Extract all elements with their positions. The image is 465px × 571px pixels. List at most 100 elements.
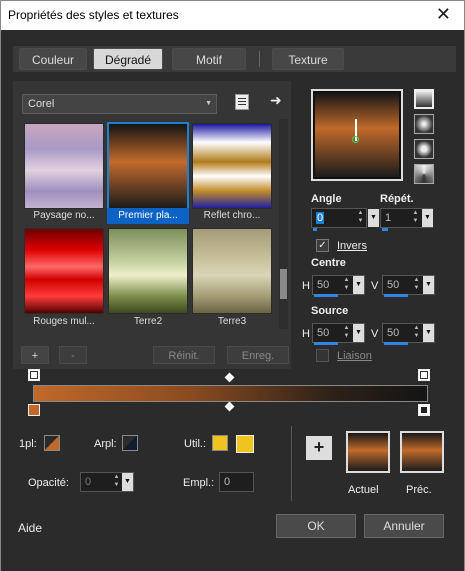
source-h-spinner[interactable]: ▲ ▼ xyxy=(341,324,352,342)
use-color-swatch-1[interactable] xyxy=(212,435,228,451)
gradient-thumb-terre2[interactable] xyxy=(108,228,188,314)
add-gradient-button[interactable]: + xyxy=(21,346,49,364)
repeat-label: Répét. xyxy=(380,193,414,205)
reset-button[interactable]: Réinit. xyxy=(153,346,215,364)
invert-checkbox[interactable]: ✓ xyxy=(316,239,329,252)
centre-h-dropdown-icon[interactable]: ▼ xyxy=(353,276,364,294)
fg-stop-label: 1pl: xyxy=(19,438,37,450)
previous-label: Préc. xyxy=(406,484,432,496)
bottom-color-stop-left[interactable] xyxy=(28,404,40,416)
tab-motif[interactable]: Motif xyxy=(172,48,246,70)
close-icon[interactable]: ✕ xyxy=(436,4,451,25)
fg-stop-swatch[interactable] xyxy=(44,435,60,451)
tab-separator xyxy=(259,51,260,67)
centre-v-dropdown-icon[interactable]: ▼ xyxy=(423,276,434,294)
gradient-thumb-terre3[interactable] xyxy=(192,228,272,314)
opacity-label: Opacité: xyxy=(28,477,69,489)
ok-button[interactable]: OK xyxy=(276,514,356,538)
save-button[interactable]: Enreg. xyxy=(227,346,289,364)
source-label: Source xyxy=(311,305,349,317)
link-checkbox[interactable] xyxy=(316,349,329,362)
previous-style-swatch[interactable] xyxy=(400,431,444,473)
centre-v-spinner[interactable]: ▲ ▼ xyxy=(411,276,422,294)
style-sunburst-icon[interactable] xyxy=(414,164,434,184)
source-h-label: H xyxy=(302,328,310,340)
use-label: Util.: xyxy=(184,438,206,450)
divider xyxy=(291,426,292,501)
centre-h-label: H xyxy=(302,280,310,292)
scrollbar-thumb[interactable] xyxy=(280,269,287,299)
cancel-button[interactable]: Annuler xyxy=(364,514,444,538)
gradient-thumb-reflet-chrome[interactable] xyxy=(192,123,272,209)
angle-slider-fill xyxy=(313,228,317,231)
use-color-swatch-2[interactable] xyxy=(236,435,254,453)
dialog-footer: Aide OK Annuler xyxy=(1,511,464,571)
gradient-caption: Paysage no... xyxy=(33,210,95,221)
source-v-label: V xyxy=(371,328,379,340)
document-icon[interactable] xyxy=(235,94,249,110)
opacity-spinner[interactable]: ▲ ▼ xyxy=(111,473,122,491)
help-link[interactable]: Aide xyxy=(18,521,42,535)
source-v-spinner[interactable]: ▲ ▼ xyxy=(411,324,422,342)
source-h-dropdown-icon[interactable]: ▼ xyxy=(353,324,364,342)
gradient-preview-swatch xyxy=(315,93,399,177)
gradient-thumb-rouges[interactable] xyxy=(24,228,104,314)
add-style-button[interactable]: + xyxy=(306,436,332,460)
chevron-down-icon: ▼ xyxy=(205,100,212,107)
gradient-caption: Terre2 xyxy=(133,316,163,327)
library-dropdown-value: Corel xyxy=(28,98,55,110)
bg-stop-label: Arpl: xyxy=(94,438,117,450)
link-label: Liaison xyxy=(337,350,372,362)
angle-spinner[interactable]: ▲ ▼ xyxy=(355,209,366,227)
gradient-caption-selected: Premier pla... xyxy=(107,208,189,224)
centre-h-slider-fill xyxy=(314,294,338,297)
current-label: Actuel xyxy=(348,484,379,496)
centre-h-spinner[interactable]: ▲ ▼ xyxy=(341,276,352,294)
source-h-slider-fill xyxy=(314,342,338,345)
gradient-list-scrollbar[interactable] xyxy=(279,119,288,329)
source-v-dropdown-icon[interactable]: ▼ xyxy=(423,324,434,342)
repeat-dropdown-icon[interactable]: ▼ xyxy=(422,209,433,227)
opacity-dropdown-icon[interactable]: ▼ xyxy=(122,473,133,491)
tab-couleur[interactable]: Couleur xyxy=(19,48,87,70)
top-opacity-stop-right[interactable] xyxy=(418,369,430,381)
tab-bar: Couleur Dégradé Motif Texture xyxy=(13,46,456,72)
centre-v-label: V xyxy=(371,280,379,292)
tab-degrade[interactable]: Dégradé xyxy=(93,48,163,70)
library-dropdown[interactable]: Corel ▼ xyxy=(22,94,217,114)
opacity-midpoint-handle[interactable] xyxy=(224,372,235,383)
dialog-window: Propriétés des styles et textures ✕ Coul… xyxy=(0,0,465,571)
location-field[interactable]: 0 xyxy=(219,472,254,492)
gradient-caption: Rouges mul... xyxy=(33,316,95,327)
window-title: Propriétés des styles et textures xyxy=(8,8,179,22)
title-bar: Propriétés des styles et textures ✕ xyxy=(1,1,464,30)
gradient-thumb-premier-plan[interactable] xyxy=(107,122,189,210)
gradient-preview[interactable] xyxy=(311,89,403,181)
angle-dropdown-icon[interactable]: ▼ xyxy=(368,209,379,227)
angle-value: 0 xyxy=(316,212,325,224)
repeat-slider-fill xyxy=(382,228,388,231)
remove-gradient-button[interactable]: - xyxy=(59,346,87,364)
invert-label: Invers xyxy=(337,240,367,252)
color-midpoint-handle[interactable] xyxy=(224,401,235,412)
gradient-caption: Terre3 xyxy=(217,316,247,327)
gradient-editor-bar[interactable] xyxy=(33,385,428,402)
centre-v-slider-fill xyxy=(384,294,408,297)
current-style-swatch[interactable] xyxy=(346,431,390,473)
center-handle[interactable] xyxy=(352,136,359,143)
gradient-thumb-paysage[interactable] xyxy=(24,123,104,209)
arrow-right-icon[interactable]: ➜ xyxy=(270,92,282,109)
style-linear-icon[interactable] xyxy=(414,89,434,109)
bottom-color-stop-right[interactable] xyxy=(418,404,430,416)
centre-label: Centre xyxy=(311,257,346,269)
style-radial-icon[interactable] xyxy=(414,139,434,159)
tab-texture[interactable]: Texture xyxy=(272,48,344,70)
gradient-caption: Reflet chro... xyxy=(203,210,261,221)
location-label: Empl.: xyxy=(183,477,215,489)
angle-label: Angle xyxy=(311,193,342,205)
top-opacity-stop-left[interactable] xyxy=(28,369,40,381)
bg-stop-swatch[interactable] xyxy=(122,435,138,451)
source-v-slider-fill xyxy=(384,342,408,345)
style-rectangular-icon[interactable] xyxy=(414,114,434,134)
repeat-spinner[interactable]: ▲ ▼ xyxy=(410,209,421,227)
